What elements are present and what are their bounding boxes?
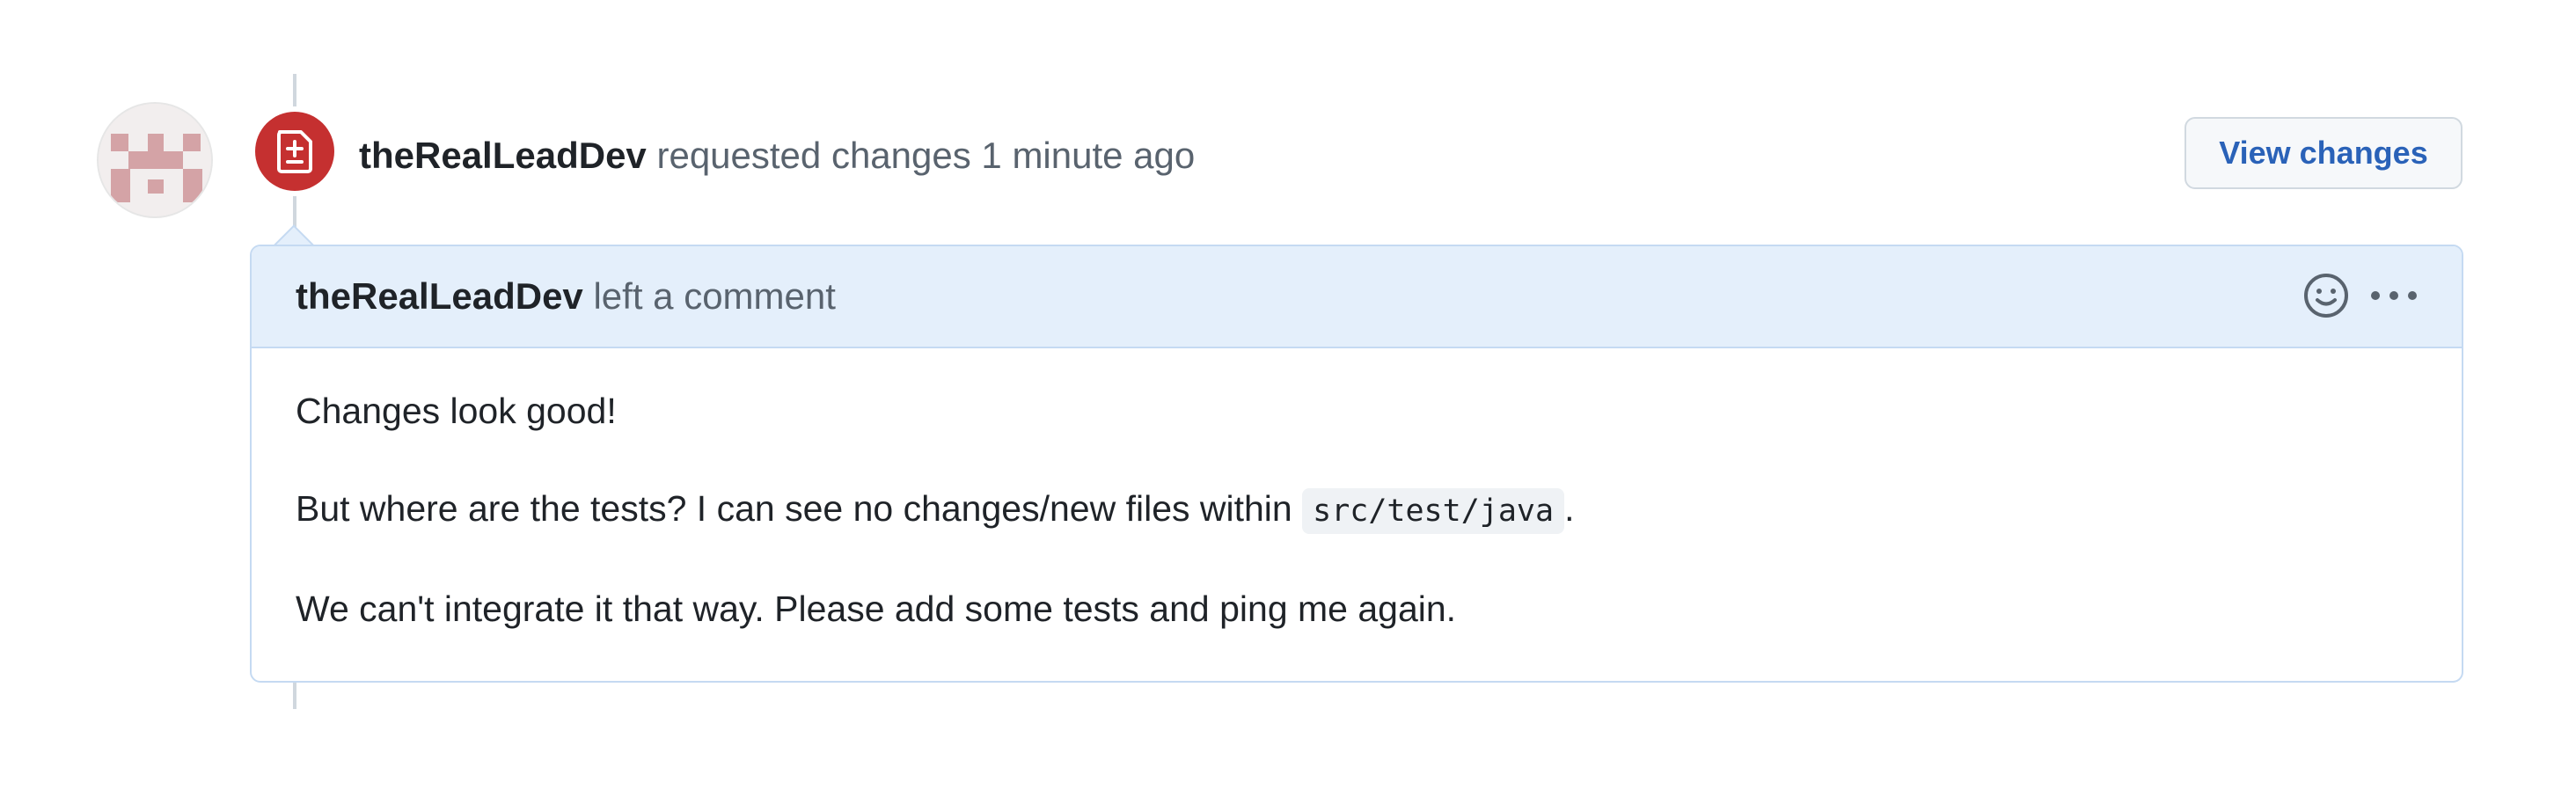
kebab-menu-icon[interactable] (2363, 271, 2425, 320)
comment-header-suffix: left a comment (593, 275, 836, 317)
comment-line-2: But where are the tests? I can see no ch… (296, 485, 1574, 535)
comment-body: Changes look good! But where are the tes… (296, 387, 1574, 683)
comment-line-2-text: But where are the tests? I can see no ch… (296, 488, 1292, 529)
inline-code-path: src/test/java (1302, 488, 1565, 534)
comment-line-3: We can't integrate it that way. Please a… (296, 589, 1457, 629)
comment-header: theRealLeadDev left a comment (252, 246, 2462, 348)
comment-line-1: Changes look good! (296, 391, 617, 431)
avatar[interactable] (99, 104, 211, 216)
event-action-text: requested changes (656, 135, 971, 176)
request-changes-badge (255, 112, 334, 191)
identicon-icon (99, 104, 211, 216)
comment-author-link[interactable]: theRealLeadDev (296, 275, 583, 317)
view-changes-button[interactable]: View changes (2184, 117, 2463, 189)
event-author-link[interactable]: theRealLeadDev (359, 135, 647, 176)
comment-line-2-end: . (1564, 488, 1575, 529)
comment-header-text: theRealLeadDev left a comment (296, 273, 836, 320)
smiley-icon[interactable] (2302, 271, 2351, 320)
review-event-line: theRealLeadDev requested changes 1 minut… (359, 132, 1195, 179)
review-comment: theRealLeadDev left a comment Changes lo… (250, 245, 2463, 683)
file-diff-icon (277, 130, 312, 173)
event-timestamp[interactable]: 1 minute ago (981, 135, 1195, 176)
